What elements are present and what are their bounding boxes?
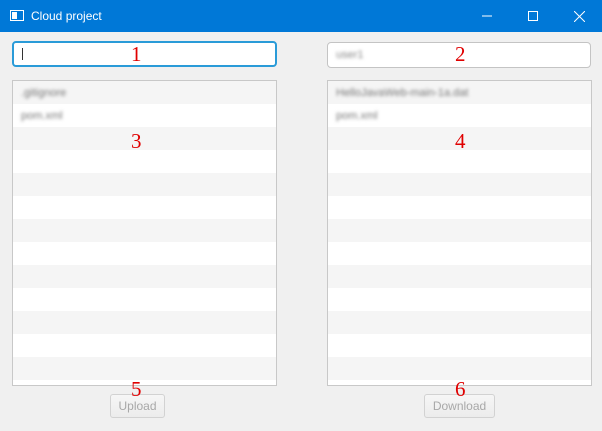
local-path-input[interactable] [12,41,277,67]
remote-files-list[interactable]: HelloJavaWeb-main-1a.dat pom.xml [327,80,592,386]
list-empty-row [328,196,591,219]
list-empty-row [13,334,276,357]
list-empty-row [328,219,591,242]
list-empty-row [13,357,276,380]
list-empty-row [328,242,591,265]
annotation-marker-2: 2 [455,42,466,66]
list-item-label: .gitignore [21,86,67,99]
list-empty-row [328,311,591,334]
list-empty-row [328,288,591,311]
list-item[interactable]: pom.xml [13,104,276,127]
list-empty-row [13,219,276,242]
local-files-list[interactable]: .gitignore pom.xml [12,80,277,386]
text-caret [22,48,23,60]
list-empty-row [328,265,591,288]
list-empty-row [13,150,276,173]
list-empty-row [13,127,276,150]
maximize-button[interactable] [510,0,556,32]
annotation-marker-3: 3 [131,129,142,153]
list-empty-row [13,173,276,196]
list-item[interactable]: HelloJavaWeb-main-1a.dat [328,81,591,104]
list-item[interactable]: pom.xml [328,104,591,127]
list-empty-row [13,196,276,219]
annotation-marker-4: 4 [455,129,466,153]
list-empty-row [328,173,591,196]
list-item-label: pom.xml [21,109,63,122]
list-empty-row [328,334,591,357]
close-button[interactable] [556,0,602,32]
remote-user-value: user1 [336,49,364,61]
list-empty-row [13,311,276,334]
maximize-icon [528,11,538,21]
annotation-marker-1: 1 [131,42,142,66]
list-empty-row [13,265,276,288]
list-empty-row [328,150,591,173]
list-empty-row [13,288,276,311]
close-icon [573,10,585,22]
minimize-button[interactable] [464,0,510,32]
title-bar[interactable]: Cloud project [0,0,602,32]
list-empty-row [13,380,276,385]
list-item[interactable]: .gitignore [13,81,276,104]
list-item-label: pom.xml [336,109,378,122]
list-empty-row [13,242,276,265]
minimize-icon [482,15,492,17]
window-title: Cloud project [31,9,102,23]
annotation-marker-5: 5 [131,377,142,401]
app-icon [10,10,24,21]
annotation-marker-6: 6 [455,377,466,401]
list-item-label: HelloJavaWeb-main-1a.dat [336,86,469,99]
